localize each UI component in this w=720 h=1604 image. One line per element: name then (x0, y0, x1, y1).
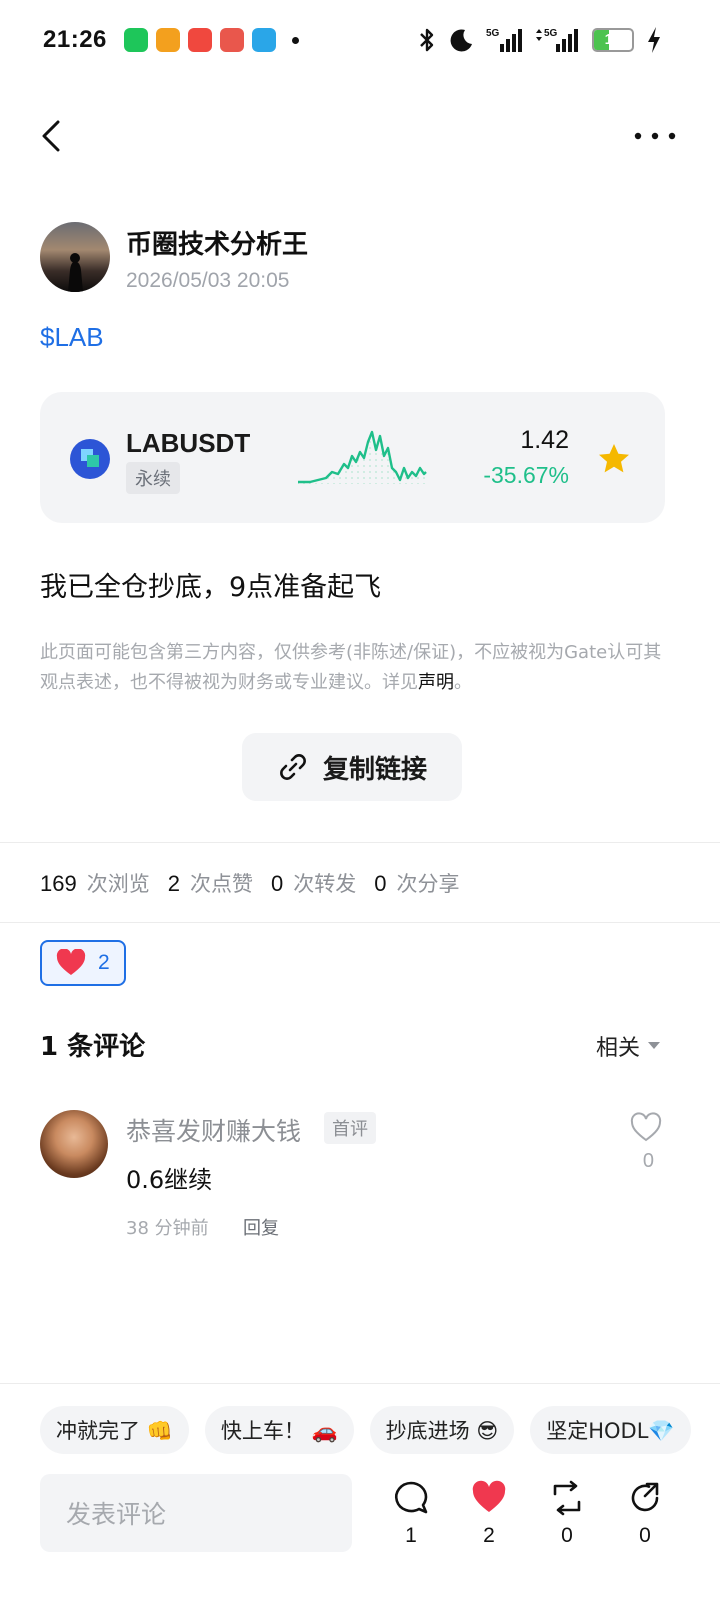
battery-level: 15 (604, 31, 622, 48)
divider (0, 842, 720, 843)
like-action[interactable]: 2 (464, 1480, 514, 1548)
link-icon (280, 754, 306, 780)
author-meta: 币圈技术分析王 2026/05/03 20:05 (126, 222, 308, 293)
sort-label: 相关 (595, 1036, 640, 1061)
avatar-silhouette (68, 253, 83, 292)
comment-action[interactable]: 1 (386, 1480, 436, 1548)
top-nav (0, 100, 720, 172)
divider (0, 1383, 720, 1384)
do-not-disturb-icon (450, 29, 472, 52)
network-label: 5G (486, 28, 500, 39)
disclaimer-link[interactable]: 声明 (418, 672, 454, 693)
views-label: 次浏览 (86, 872, 150, 896)
share-action[interactable]: 0 (620, 1480, 670, 1548)
more-options-button[interactable] (630, 116, 680, 156)
comment-sort-dropdown[interactable]: 相关 (596, 1030, 660, 1062)
quick-reply-chip[interactable]: 坚定HODL💎 (530, 1406, 691, 1454)
comment-time: 38 分钟前 (126, 1218, 209, 1239)
repost-count: 0 (561, 1524, 573, 1547)
author-name[interactable]: 币圈技术分析王 (126, 224, 308, 261)
quick-replies: 冲就完了 👊 快上车！ 🚗 抄底进场 😎 坚定HODL💎 (40, 1406, 691, 1454)
game-app-icon (156, 28, 180, 52)
reposts-count: 0 (270, 871, 284, 896)
network-label-2: 5G (544, 28, 558, 39)
caret-down-icon (648, 1042, 660, 1049)
comment-like-count: 0 (642, 1150, 654, 1172)
likes-label: 次点赞 (189, 872, 253, 896)
shares-label: 次分享 (396, 872, 460, 896)
comment-input[interactable]: 发表评论 (40, 1474, 352, 1552)
market-card[interactable]: LABUSDT 永续 1.42 -35.67% (40, 392, 665, 523)
bluetooth-icon (420, 28, 434, 52)
favorite-star-icon[interactable] (597, 442, 631, 476)
charging-icon (648, 27, 660, 53)
comment-count: 1 (405, 1524, 417, 1547)
heart-icon (56, 949, 86, 975)
comment-like-heart-icon[interactable] (630, 1112, 662, 1144)
post-author: 币圈技术分析王 2026/05/03 20:05 (40, 222, 308, 293)
notification-icons (124, 28, 299, 52)
commenter-avatar[interactable] (40, 1110, 108, 1178)
coin-logo-icon (70, 439, 110, 479)
commenter-name[interactable]: 恭喜发财赚大钱 (126, 1112, 301, 1148)
share-icon (631, 1482, 659, 1512)
clown-app-icon (220, 28, 244, 52)
like-count: 2 (483, 1524, 495, 1547)
disclaimer: 此页面可能包含第三方内容，仅供参考(非陈述/保证)，不应被视为Gate认可其观点… (40, 638, 670, 698)
repost-action[interactable]: 0 (542, 1480, 592, 1548)
share-count: 0 (639, 1524, 651, 1547)
comment-bubble-icon (395, 1481, 428, 1514)
quick-reply-chip[interactable]: 抄底进场 😎 (369, 1406, 515, 1454)
repost-icon (553, 1480, 581, 1516)
signal-icon: 5G (486, 28, 522, 52)
copy-link-button[interactable]: 复制链接 (242, 733, 462, 801)
last-price: 1.42 (520, 426, 569, 454)
status-time: 21:26 (43, 26, 107, 53)
first-comment-badge: 首评 (324, 1112, 376, 1144)
comments-header: 1 条评论 (40, 1032, 146, 1062)
price-sparkline (298, 430, 427, 484)
contract-type-badge: 永续 (126, 462, 180, 494)
disclaimer-end: 。 (454, 672, 472, 693)
back-button[interactable] (36, 116, 72, 156)
signal-icon-2: 5G (536, 28, 578, 52)
post-timestamp: 2026/05/03 20:05 (126, 269, 290, 292)
post-stats: 169 次浏览 2 次点赞 0 次转发 0 次分享 (40, 868, 477, 898)
system-icons: 5G 5G 15 (418, 26, 662, 54)
views-count: 169 (40, 871, 77, 896)
post-body: 我已全仓抄底，9点准备起飞 (40, 572, 382, 603)
reply-button[interactable]: 回复 (243, 1214, 279, 1240)
reposts-label: 次转发 (293, 872, 357, 896)
more-notifications-icon (292, 36, 299, 44)
quick-reply-chip[interactable]: 冲就完了 👊 (40, 1406, 189, 1454)
price-change: -35.67% (483, 462, 569, 488)
ticker-tag-link[interactable]: $LAB (40, 322, 104, 353)
wechat-icon (124, 28, 148, 52)
pair-name: LABUSDT (126, 428, 251, 458)
telegram-icon (252, 28, 276, 52)
battery-indicator: 15 (592, 28, 634, 52)
comment-item: 恭喜发财赚大钱 首评 0.6继续 38 分钟前 回复 0 (40, 1110, 680, 1240)
heart-reaction-chip[interactable]: 2 (40, 940, 126, 986)
comment-text: 0.6继续 (126, 1166, 213, 1194)
divider (0, 922, 720, 923)
heart-filled-icon (472, 1480, 506, 1512)
quick-reply-chip[interactable]: 快上车！ 🚗 (204, 1406, 354, 1454)
likes-count: 2 (167, 871, 180, 896)
author-avatar[interactable] (40, 222, 110, 292)
status-bar: 21:26 5G 5G 15 (0, 0, 720, 84)
video-app-icon (188, 28, 212, 52)
disclaimer-text: 此页面可能包含第三方内容，仅供参考(非陈述/保证)，不应被视为Gate认可其观点… (40, 642, 662, 693)
copy-link-label: 复制链接 (322, 754, 427, 785)
shares-count: 0 (374, 871, 387, 896)
reaction-count: 2 (98, 951, 110, 974)
